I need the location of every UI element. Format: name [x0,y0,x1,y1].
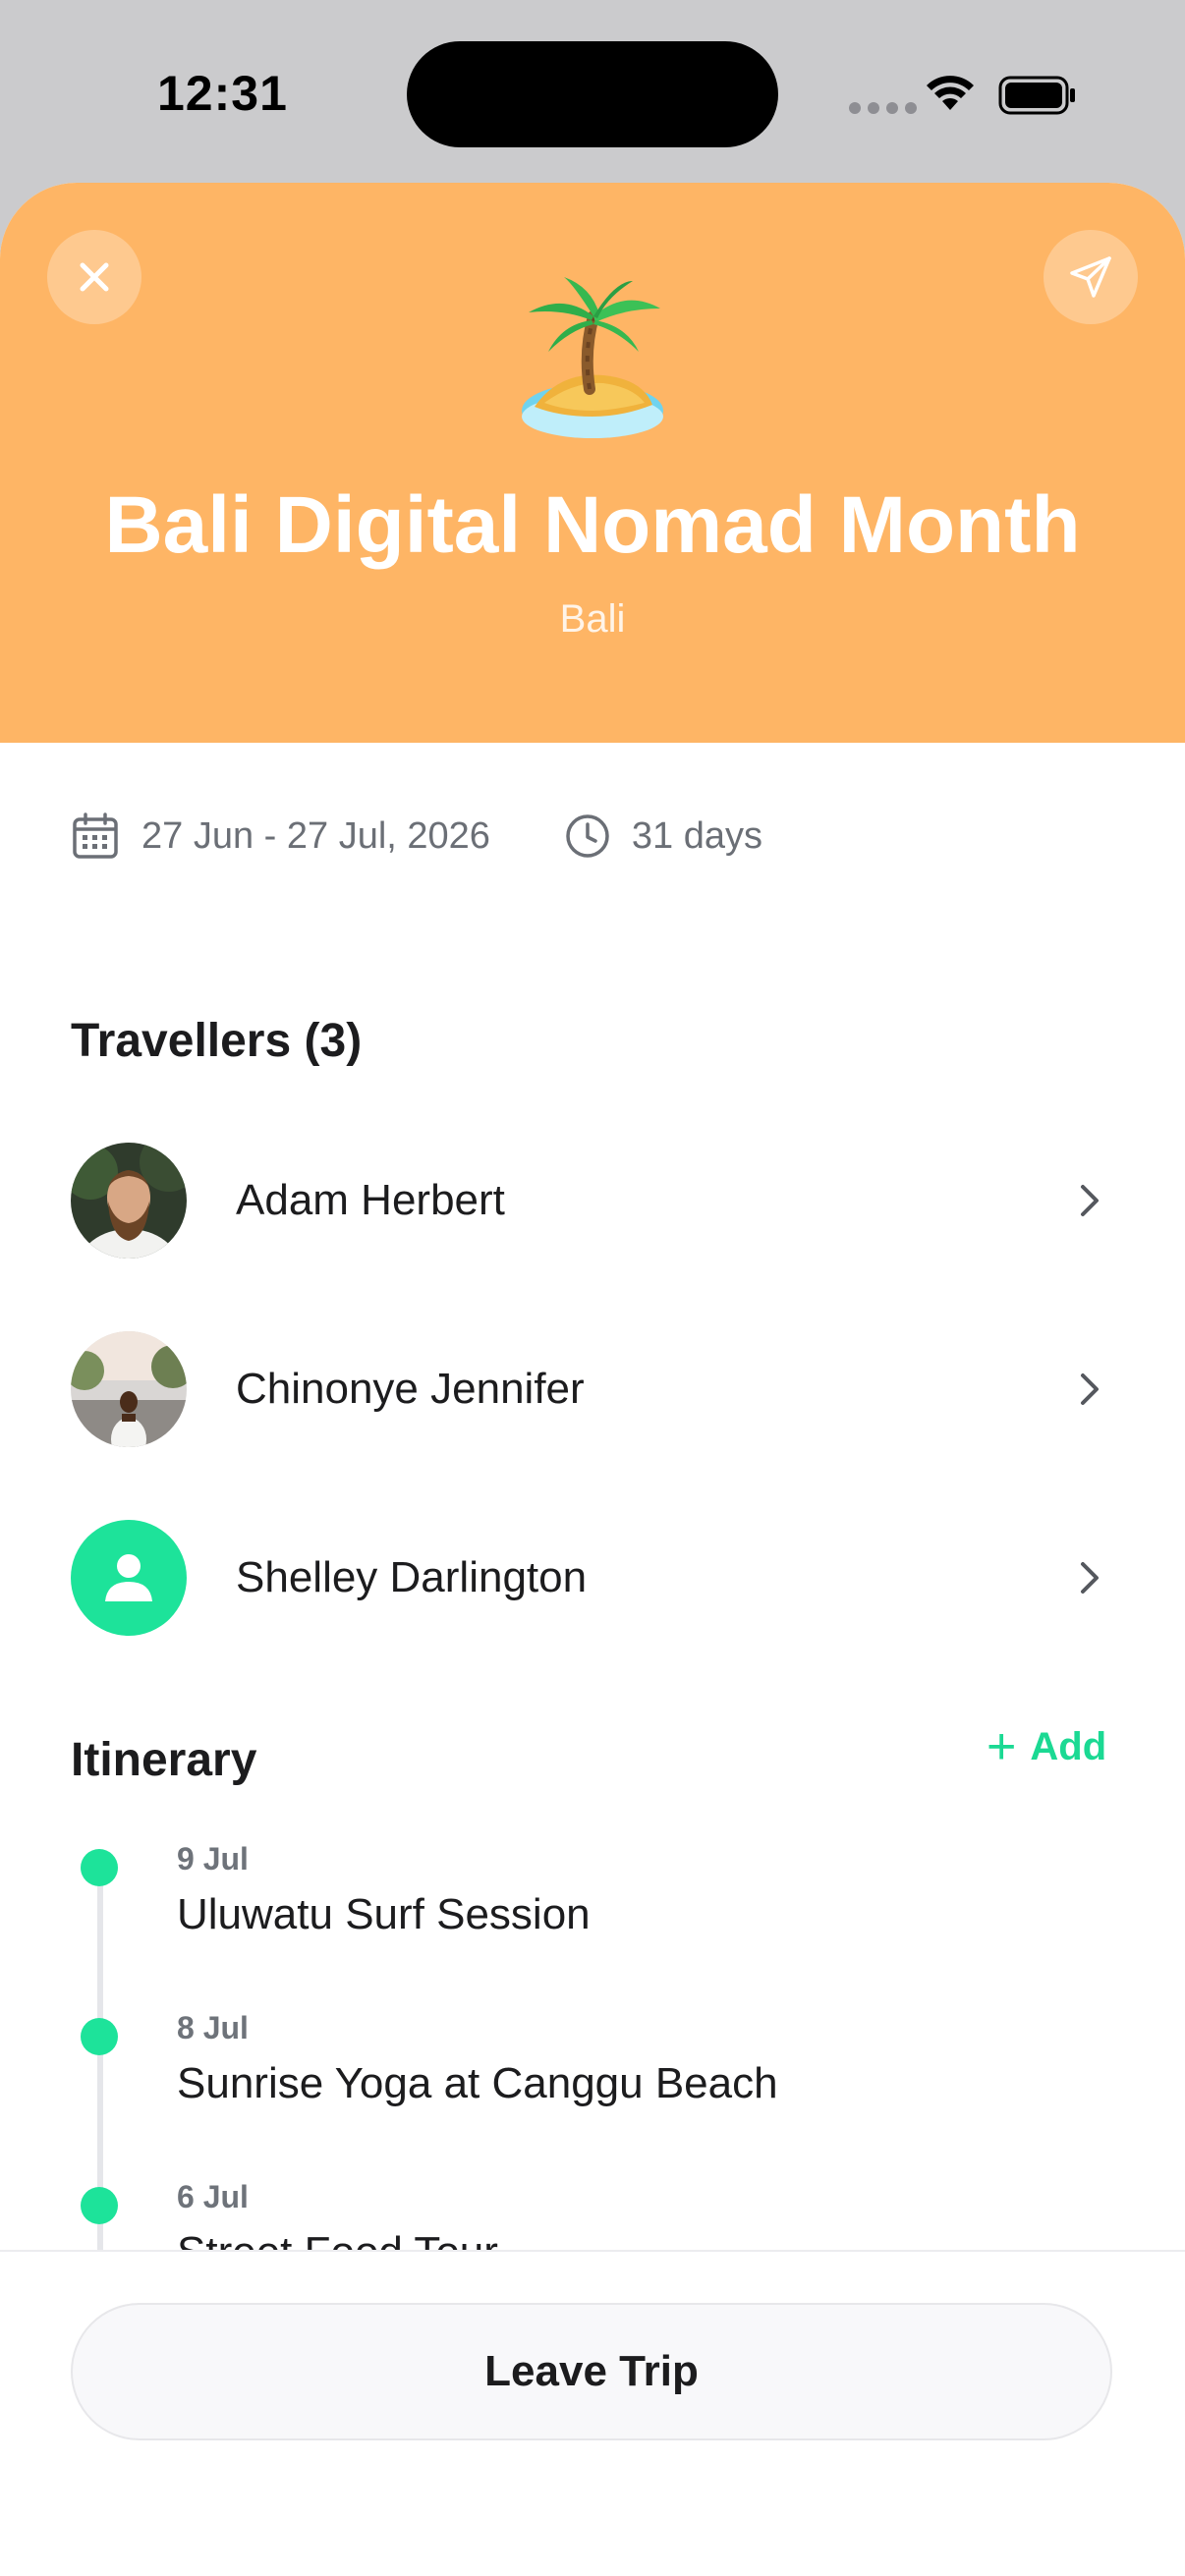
timeline-dot [81,1849,118,1886]
avatar [71,1143,187,1259]
itinerary-date: 8 Jul [177,2010,249,2045]
traveller-row[interactable]: Chinonye Jennifer [71,1330,1114,1448]
add-itinerary-button[interactable]: + Add [987,1721,1106,1772]
trip-dates-text: 27 Jun - 27 Jul, 2026 [141,814,490,857]
trip-detail-sheet: Bali Digital Nomad Month Bali 27 Jun - 2… [0,183,1185,2576]
itinerary-heading: Itinerary [71,1734,257,1786]
traveller-name: Adam Herbert [236,1176,505,1224]
paper-plane-icon [1070,256,1111,298]
dynamic-island [407,41,778,147]
itinerary-date: 6 Jul [177,2179,249,2214]
trip-dates: 27 Jun - 27 Jul, 2026 [71,812,490,861]
status-time: 12:31 [157,66,288,121]
traveller-row[interactable]: Adam Herbert [71,1142,1114,1260]
travellers-heading: Travellers (3) [71,1015,363,1067]
timeline-dot [81,2187,118,2224]
clock-icon [565,813,610,859]
itinerary-item-title[interactable]: Uluwatu Surf Session [177,1890,591,1939]
calendar-icon [71,812,120,861]
chevron-right-icon [1079,1560,1102,1596]
close-button[interactable] [47,230,141,324]
itinerary-date: 9 Jul [177,1841,249,1876]
leave-trip-button[interactable]: Leave Trip [71,2303,1112,2440]
bottom-action-bar: Leave Trip [0,2250,1185,2576]
avatar [71,1331,187,1447]
traveller-name: Chinonye Jennifer [236,1365,585,1413]
close-icon [80,262,109,292]
trip-title: Bali Digital Nomad Month [104,480,1081,570]
chevron-right-icon [1079,1372,1102,1407]
wifi-icon [924,73,977,117]
trip-duration: 31 days [565,813,762,859]
chevron-right-icon [1079,1183,1102,1218]
add-label: Add [1030,1724,1107,1768]
battery-icon [998,75,1077,121]
trip-header: Bali Digital Nomad Month Bali [0,183,1185,743]
person-icon [105,1554,152,1601]
trip-location: Bali [559,597,626,641]
avatar [71,1520,187,1636]
trip-duration-text: 31 days [631,814,763,857]
plus-icon: + [987,1718,1017,1775]
itinerary-item-title[interactable]: Sunrise Yoga at Canggu Beach [177,2059,778,2108]
traveller-name: Shelley Darlington [236,1553,588,1601]
share-button[interactable] [1044,230,1138,324]
trip-meta: 27 Jun - 27 Jul, 2026 31 days [71,812,762,861]
timeline-dot [81,2018,118,2055]
traveller-row[interactable]: Shelley Darlington [71,1519,1114,1637]
desert-island-icon [505,273,680,448]
cellular-signal-icon [849,102,917,114]
